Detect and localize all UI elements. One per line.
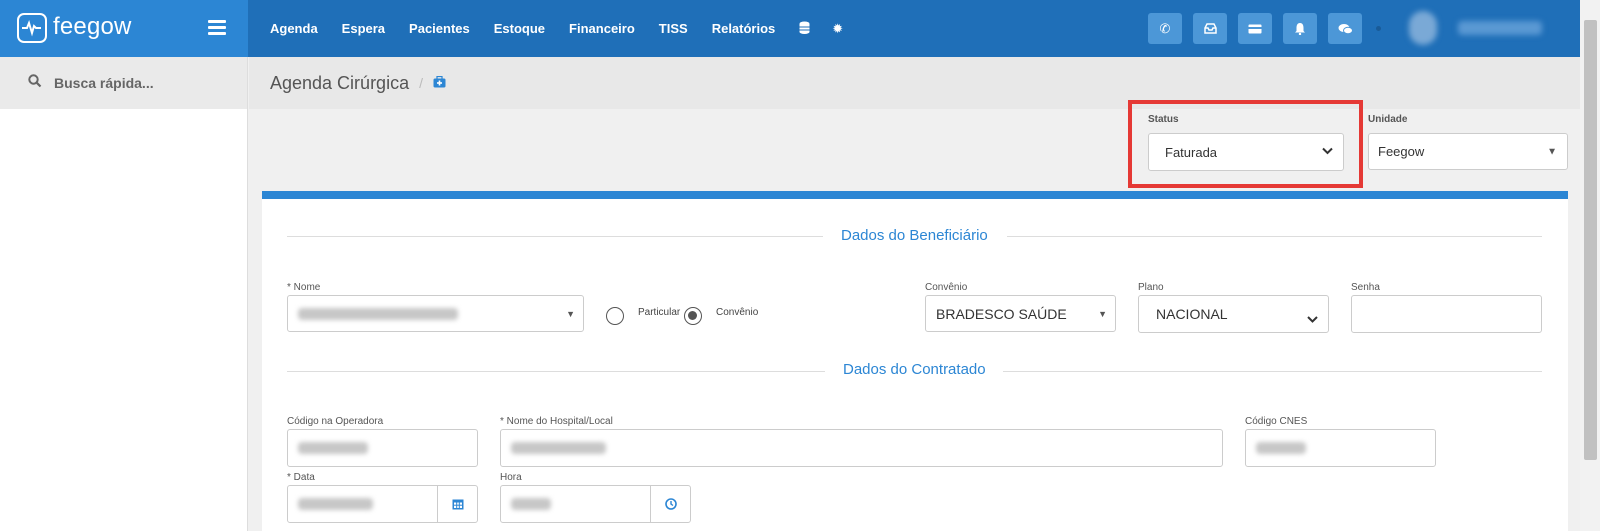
avatar[interactable] — [1409, 11, 1437, 45]
section-title-contratado: Dados do Contratado — [843, 361, 986, 378]
top-navbar: feegow Agenda Espera Pacientes Estoque F… — [0, 0, 1600, 57]
chevron-down-icon — [1322, 147, 1333, 158]
caret-down-icon: ▼ — [566, 308, 575, 319]
divider — [287, 371, 825, 372]
radio-convenio[interactable] — [684, 307, 702, 325]
inbox-icon[interactable] — [1193, 13, 1227, 44]
database-icon[interactable] — [799, 21, 810, 37]
nome-select[interactable]: ▼ — [287, 295, 584, 332]
data-label: * Data — [287, 472, 315, 483]
user-name-blurred[interactable] — [1458, 21, 1542, 35]
hospital-label: * Nome do Hospital/Local — [500, 416, 613, 427]
codigo-operadora-value-blurred — [298, 442, 368, 454]
status-select-value: Faturada — [1165, 144, 1218, 160]
calendar-icon[interactable] — [437, 486, 477, 522]
codigo-operadora-label: Código na Operadora — [287, 416, 384, 427]
section-title-beneficiario: Dados do Beneficiário — [841, 227, 988, 244]
data-input[interactable] — [287, 485, 478, 523]
nav-tiss[interactable]: TISS — [659, 21, 688, 36]
scrollbar-thumb[interactable] — [1584, 20, 1597, 460]
menu-toggle-icon[interactable] — [208, 20, 226, 35]
cnes-input[interactable] — [1245, 429, 1436, 467]
radio-particular-label: Particular — [638, 307, 681, 318]
convenio-select-value: BRADESCO SAÚDE — [936, 305, 1067, 322]
nav-pacientes[interactable]: Pacientes — [409, 21, 470, 36]
quick-search[interactable]: Busca rápida... — [0, 57, 247, 109]
nav-espera[interactable]: Espera — [342, 21, 385, 36]
unidade-select-value: Feegow — [1378, 144, 1425, 159]
nav-estoque[interactable]: Estoque — [494, 21, 545, 36]
nav-relatorios[interactable]: Relatórios — [712, 21, 776, 36]
senha-input[interactable] — [1351, 295, 1542, 333]
hora-input[interactable] — [500, 485, 691, 523]
toolbar-buttons: ✆ — [1148, 13, 1373, 44]
nome-label: * Nome — [287, 282, 321, 293]
divider — [1003, 371, 1542, 372]
phone-icon[interactable]: ✆ — [1148, 13, 1182, 44]
breadcrumb: Agenda Cirúrgica / — [249, 57, 1580, 109]
brand-area: feegow — [0, 0, 248, 57]
sidebar: Busca rápida... — [0, 57, 248, 531]
page-title: Agenda Cirúrgica — [270, 72, 410, 93]
nav-financeiro[interactable]: Financeiro — [569, 21, 635, 36]
online-status-icon — [1376, 26, 1381, 31]
caret-down-icon: ▼ — [1098, 308, 1107, 319]
status-select[interactable]: Faturada — [1148, 133, 1344, 171]
status-label: Status — [1148, 114, 1179, 125]
hora-label: Hora — [500, 472, 522, 483]
medkit-icon — [433, 75, 446, 91]
plano-label: Plano — [1138, 282, 1164, 293]
caret-down-icon: ▼ — [1547, 146, 1557, 157]
unidade-select[interactable]: Feegow ▼ — [1368, 133, 1568, 170]
unidade-label: Unidade — [1368, 114, 1408, 125]
hospital-value-blurred — [511, 442, 606, 454]
search-icon — [28, 74, 42, 92]
data-value-blurred — [298, 498, 373, 510]
breadcrumb-separator: / — [419, 75, 423, 91]
chevron-down-icon — [1307, 310, 1318, 326]
logo-icon — [17, 13, 47, 43]
convenio-select[interactable]: BRADESCO SAÚDE ▼ — [925, 295, 1116, 332]
radio-particular[interactable] — [606, 307, 624, 325]
radio-convenio-label: Convênio — [716, 307, 759, 318]
nav-agenda[interactable]: Agenda — [270, 21, 318, 36]
main-nav: Agenda Espera Pacientes Estoque Financei… — [270, 0, 865, 57]
chat-icon[interactable] — [1328, 13, 1362, 44]
senha-label: Senha — [1351, 282, 1380, 293]
gear-icon[interactable]: ✹ — [832, 21, 843, 37]
clock-icon[interactable] — [650, 486, 690, 522]
cnes-label: Código CNES — [1245, 416, 1308, 427]
codigo-operadora-input[interactable] — [287, 429, 478, 467]
plano-select-value: NACIONAL — [1156, 306, 1228, 322]
divider — [287, 236, 823, 237]
convenio-label: Convênio — [925, 282, 968, 293]
cnes-value-blurred — [1256, 442, 1306, 454]
nome-value-blurred — [298, 307, 458, 320]
bell-icon[interactable] — [1283, 13, 1317, 44]
card-icon[interactable] — [1238, 13, 1272, 44]
search-input[interactable]: Busca rápida... — [54, 75, 154, 91]
divider — [1007, 236, 1542, 237]
plano-select[interactable]: NACIONAL — [1138, 295, 1329, 333]
hospital-input[interactable] — [500, 429, 1223, 467]
logo-text[interactable]: feegow — [53, 13, 132, 41]
hora-value-blurred — [511, 498, 551, 510]
